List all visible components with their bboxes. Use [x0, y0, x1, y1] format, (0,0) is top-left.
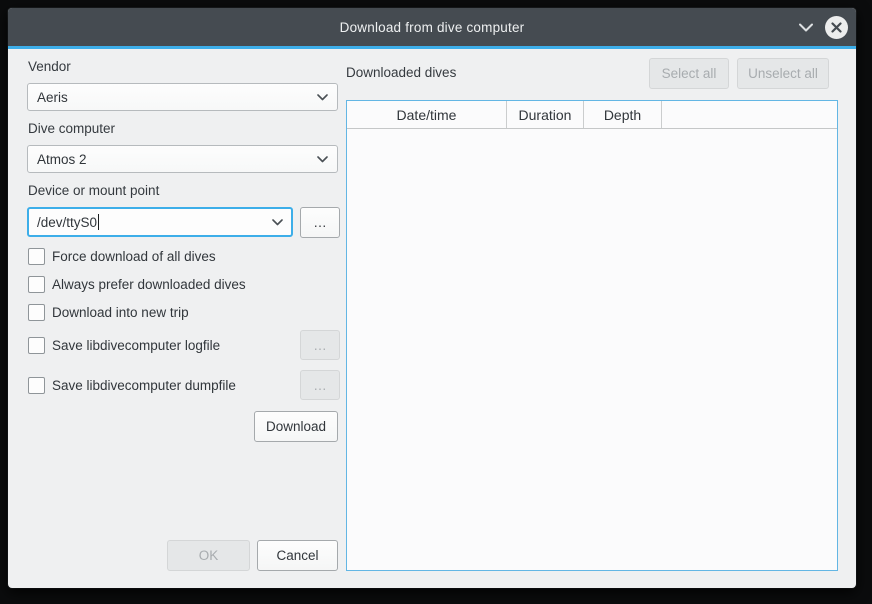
column-header-datetime[interactable]: Date/time	[347, 101, 507, 128]
download-button[interactable]: Download	[254, 411, 338, 442]
chevron-down-icon	[272, 219, 283, 226]
checkbox-label: Save libdivecomputer logfile	[52, 338, 220, 353]
logfile-browse-button[interactable]: …	[300, 330, 340, 360]
prefer-downloaded-checkbox-row[interactable]: Always prefer downloaded dives	[28, 276, 246, 293]
checkbox[interactable]	[28, 304, 45, 321]
checkbox[interactable]	[28, 248, 45, 265]
checkbox-label: Download into new trip	[52, 305, 189, 320]
close-icon[interactable]	[825, 16, 848, 39]
ok-button[interactable]: OK	[167, 540, 250, 571]
checkbox[interactable]	[28, 276, 45, 293]
download-dialog-window: Download from dive computer Vendor Aeris…	[8, 8, 856, 588]
titlebar-accent	[8, 46, 856, 49]
downloaded-dives-label: Downloaded dives	[346, 65, 456, 80]
dive-computer-label: Dive computer	[28, 121, 115, 136]
device-label: Device or mount point	[28, 183, 159, 198]
desktop: { "titlebar": { "title": "Download from …	[0, 0, 872, 604]
force-download-checkbox-row[interactable]: Force download of all dives	[28, 248, 216, 265]
table-header-row: Date/time Duration Depth	[347, 101, 837, 129]
text-cursor	[98, 214, 99, 230]
device-browse-button[interactable]: …	[300, 207, 340, 238]
device-combobox[interactable]: /dev/ttyS0	[27, 207, 293, 237]
vendor-value: Aeris	[37, 90, 68, 105]
checkbox-label: Save libdivecomputer dumpfile	[52, 378, 236, 393]
device-value: /dev/ttyS0	[37, 215, 97, 230]
table-body-empty	[347, 129, 837, 570]
dive-computer-combobox[interactable]: Atmos 2	[27, 145, 338, 173]
titlebar[interactable]: Download from dive computer	[8, 8, 856, 46]
unselect-all-button[interactable]: Unselect all	[737, 58, 829, 89]
save-logfile-checkbox-row[interactable]: Save libdivecomputer logfile	[28, 337, 220, 354]
chevron-down-icon	[317, 156, 328, 163]
vendor-combobox[interactable]: Aeris	[27, 83, 338, 111]
checkbox-label: Always prefer downloaded dives	[52, 277, 246, 292]
window-title: Download from dive computer	[340, 20, 525, 35]
column-header-duration[interactable]: Duration	[507, 101, 584, 128]
dumpfile-browse-button[interactable]: …	[300, 370, 340, 400]
column-header-depth[interactable]: Depth	[584, 101, 662, 128]
checkbox[interactable]	[28, 337, 45, 354]
save-dumpfile-checkbox-row[interactable]: Save libdivecomputer dumpfile	[28, 377, 236, 394]
checkbox-label: Force download of all dives	[52, 249, 216, 264]
column-header-empty[interactable]	[662, 101, 837, 128]
cancel-button[interactable]: Cancel	[257, 540, 338, 571]
new-trip-checkbox-row[interactable]: Download into new trip	[28, 304, 189, 321]
checkbox[interactable]	[28, 377, 45, 394]
vendor-label: Vendor	[28, 59, 71, 74]
chevron-down-icon[interactable]	[798, 22, 814, 32]
dive-computer-value: Atmos 2	[37, 152, 87, 167]
select-all-button[interactable]: Select all	[649, 58, 729, 89]
chevron-down-icon	[317, 94, 328, 101]
downloaded-dives-table[interactable]: Date/time Duration Depth	[346, 100, 838, 571]
